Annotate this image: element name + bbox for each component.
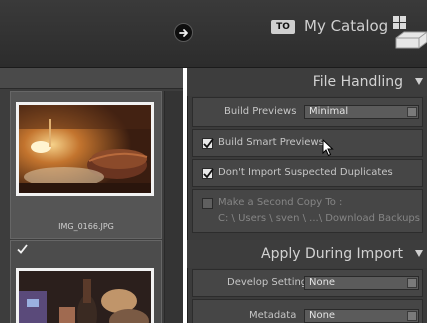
photo-thumbnail[interactable] (16, 268, 154, 323)
apply-during-import-title: Apply During Import (261, 246, 403, 262)
collapse-triangle-icon[interactable] (415, 78, 423, 85)
thumbnail-cell[interactable] (10, 240, 162, 323)
second-copy-label: Make a Second Copy To : (218, 197, 343, 208)
filmstrip-header (0, 68, 183, 89)
select-arrows-icon (407, 311, 417, 321)
develop-settings-row: Develop Settings None (192, 269, 423, 297)
dont-import-duplicates-checkbox[interactable] (202, 168, 214, 179)
develop-settings-value: None (309, 277, 336, 288)
photo-thumbnail[interactable] (16, 102, 154, 196)
collapse-triangle-icon[interactable] (415, 250, 423, 257)
include-checkbox[interactable] (17, 244, 28, 255)
thumbnail-cell[interactable]: IMG_0166.JPG (10, 91, 162, 239)
mouse-cursor-icon (322, 139, 334, 157)
second-copy-row[interactable]: Make a Second Copy To : C: \ Users \ sve… (192, 189, 423, 233)
to-badge: TO (271, 20, 295, 34)
metadata-label: Metadata (249, 310, 297, 321)
develop-settings-select[interactable]: None (304, 276, 419, 290)
second-copy-path: C: \ Users \ sven \ ...\ Download Backup… (218, 213, 420, 224)
top-bar: TO My Catalog (0, 0, 427, 68)
dont-import-duplicates-label: Don't Import Suspected Duplicates (218, 167, 393, 178)
apply-during-import-header[interactable]: Apply During Import (187, 240, 427, 268)
select-arrows-icon (407, 107, 417, 117)
build-previews-group: Build Previews Minimal (192, 97, 423, 127)
build-smart-previews-checkbox[interactable] (202, 138, 214, 149)
file-handling-title: File Handling (312, 74, 403, 90)
catalog-name[interactable]: My Catalog (304, 16, 388, 36)
thumbnail-filename: IMG_0166.JPG (58, 222, 114, 231)
hard-drive-icon (390, 14, 427, 54)
develop-settings-label: Develop Settings (227, 277, 313, 288)
dont-import-duplicates-row[interactable]: Don't Import Suspected Duplicates (192, 159, 423, 187)
filmstrip-scrollbar[interactable] (164, 91, 183, 323)
select-arrows-icon (407, 278, 417, 288)
lightroom-import-window: TO My Catalog IMG_0166.JPG File Handling… (0, 0, 427, 323)
arrow-right-icon[interactable] (174, 23, 193, 42)
build-previews-value: Minimal (309, 106, 349, 117)
build-previews-label: Build Previews (224, 106, 297, 117)
metadata-row: Metadata None (192, 299, 423, 323)
second-copy-checkbox[interactable] (202, 198, 213, 209)
build-smart-previews-label: Build Smart Previews (218, 137, 324, 148)
metadata-value: None (309, 310, 336, 321)
metadata-select[interactable]: None (304, 309, 419, 323)
file-handling-header[interactable]: File Handling (187, 68, 427, 96)
build-smart-previews-row[interactable]: Build Smart Previews (192, 129, 423, 157)
build-previews-select[interactable]: Minimal (304, 105, 419, 119)
